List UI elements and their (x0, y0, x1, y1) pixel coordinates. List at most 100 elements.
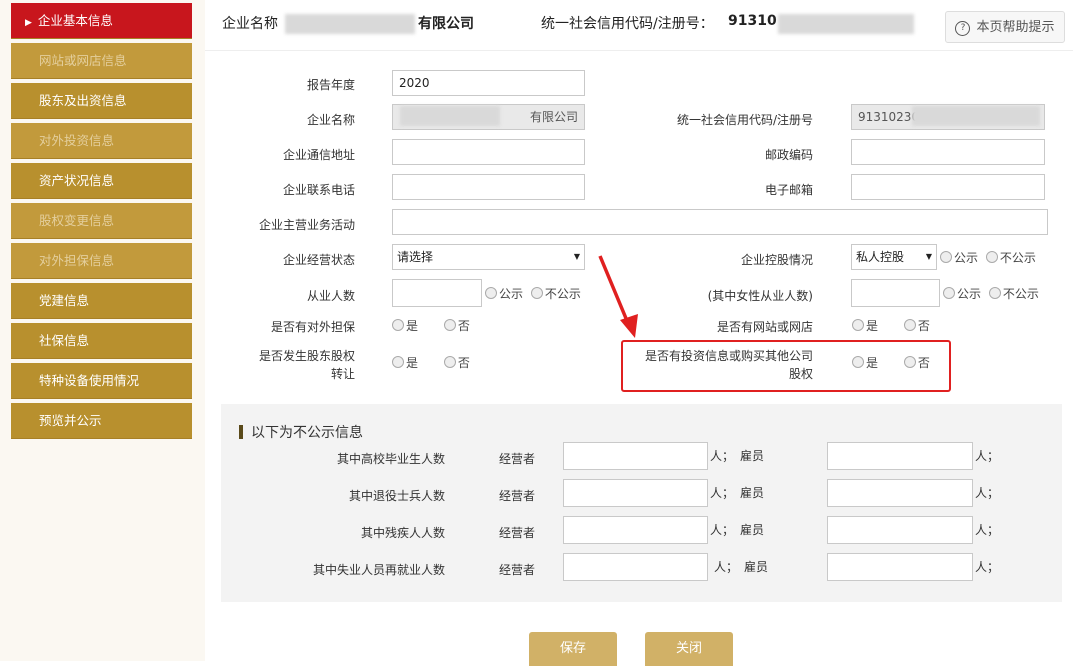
graduate-employee-input[interactable] (827, 442, 973, 470)
person-sep: 人； (975, 486, 1000, 500)
disabled-employee-input[interactable] (827, 516, 973, 544)
employees-private-radio[interactable] (530, 287, 543, 299)
transfer-yes-radio[interactable] (392, 356, 404, 368)
website-label: 是否有网站或网店 (716, 320, 813, 334)
sidebar-item-equity-change[interactable]: 股权变更信息 (11, 203, 192, 239)
operator-label: 经营者 (499, 526, 536, 540)
highlight-box (621, 340, 951, 392)
employee-label: 雇员 (740, 523, 765, 537)
status-label: 企业经营状态 (282, 253, 355, 267)
question-icon: ? (955, 21, 971, 36)
person-sep: 人； (710, 523, 735, 537)
header-divider (205, 50, 1073, 51)
employees-label: 从业人数 (306, 289, 355, 303)
sidebar-item-special-equipment[interactable]: 特种设备使用情况 (11, 363, 192, 399)
veteran-operator-input[interactable] (563, 479, 708, 507)
female-label: (其中女性从业人数) (707, 289, 813, 303)
operator-label: 经营者 (499, 452, 536, 466)
guarantee-label: 是否有对外担保 (270, 320, 355, 334)
address-label: 企业通信地址 (282, 148, 355, 162)
disabled-operator-input[interactable] (563, 516, 708, 544)
header-credit-prefix: 91310 (728, 13, 777, 29)
nonpublic-row-label: 其中残疾人人数 (360, 526, 445, 540)
phone-input[interactable] (392, 174, 585, 200)
holding-public-radios: 公示 不公示 (940, 249, 1040, 266)
female-input[interactable] (851, 279, 940, 307)
sidebar-item-party[interactable]: 党建信息 (11, 283, 192, 319)
header-company-suffix: 有限公司 (418, 16, 474, 32)
person-sep: 人； (975, 449, 1000, 463)
sidebar-item-preview[interactable]: 预览并公示 (11, 403, 192, 439)
sidebar-item-social-security[interactable]: 社保信息 (11, 323, 192, 359)
person-sep: 人； (710, 449, 735, 463)
female-public-radio[interactable] (943, 287, 955, 299)
guarantee-yes-radio[interactable] (392, 319, 404, 331)
nonpublic-row-label: 其中失业人员再就业人数 (312, 563, 445, 577)
holding-public-radio[interactable] (940, 251, 952, 263)
person-sep: 人； (975, 523, 1000, 537)
active-arrow-icon: ▶ (25, 18, 32, 28)
graduate-operator-input[interactable] (563, 442, 708, 470)
company-name-label: 企业名称 (306, 113, 355, 127)
nonpublic-row-label: 其中高校毕业生人数 (336, 452, 445, 466)
female-private-radio[interactable] (988, 287, 1001, 299)
sidebar-item-assets[interactable]: 资产状况信息 (11, 163, 192, 199)
website-no-radio[interactable] (903, 319, 916, 331)
chevron-down-icon: ▼ (573, 252, 580, 261)
website-radios: 是 否 (852, 317, 952, 334)
employee-label: 雇员 (740, 449, 765, 463)
female-public-radios: 公示 不公示 (943, 285, 1043, 302)
sidebar-item-shareholders[interactable]: 股东及出资信息 (11, 83, 192, 119)
transfer-label: 是否发生股东股权 转让 (258, 349, 355, 381)
postcode-label: 邮政编码 (764, 148, 813, 162)
header-company-label: 企业名称 (222, 16, 278, 32)
person-sep: 人； (975, 560, 1000, 574)
guarantee-radios: 是 否 (392, 317, 492, 334)
operator-label: 经营者 (499, 489, 536, 503)
sidebar-item-guarantee[interactable]: 对外担保信息 (11, 243, 192, 279)
address-input[interactable] (392, 139, 585, 165)
business-input[interactable] (392, 209, 1048, 235)
veteran-employee-input[interactable] (827, 479, 973, 507)
holding-select[interactable]: 私人控股 ▼ (851, 244, 937, 270)
person-sep: 人； (714, 560, 739, 574)
status-select[interactable]: 请选择 ▼ (392, 244, 585, 270)
sidebar-item-website[interactable]: 网站或网店信息 (11, 43, 192, 79)
holding-private-radio[interactable] (985, 251, 998, 263)
reemployed-employee-input[interactable] (827, 553, 973, 581)
website-yes-radio[interactable] (852, 319, 864, 331)
business-label: 企业主营业务活动 (258, 218, 355, 232)
employees-public-radios: 公示 不公示 (485, 285, 585, 302)
report-year-label: 报告年度 (306, 78, 355, 92)
chevron-down-icon: ▼ (925, 252, 932, 261)
guarantee-no-radio[interactable] (443, 319, 456, 331)
section-bar-icon (239, 425, 243, 439)
reemployed-operator-input[interactable] (563, 553, 708, 581)
sidebar-item-basic-info[interactable]: ▶ 企业基本信息 (11, 3, 192, 39)
transfer-no-radio[interactable] (443, 356, 456, 368)
header-credit-label: 统一社会信用代码/注册号： (541, 16, 714, 32)
redacted-credit-code (778, 14, 914, 34)
email-label: 电子邮箱 (764, 183, 813, 197)
sidebar-item-investment[interactable]: 对外投资信息 (11, 123, 192, 159)
employee-label: 雇员 (744, 560, 769, 574)
transfer-radios: 是 否 (392, 354, 492, 371)
operator-label: 经营者 (499, 563, 536, 577)
postcode-input[interactable] (851, 139, 1045, 165)
email-input[interactable] (851, 174, 1045, 200)
report-year-input[interactable] (392, 70, 585, 96)
employees-public-radio[interactable] (485, 287, 497, 299)
redacted-company-name (285, 14, 415, 34)
annotation-arrow-icon (598, 255, 638, 338)
nonpublic-title: 以下为不公示信息 (239, 422, 363, 442)
employee-label: 雇员 (740, 486, 765, 500)
redacted-code-field (912, 106, 1040, 126)
holding-label: 企业控股情况 (740, 253, 813, 267)
redacted-name-field (400, 106, 500, 126)
person-sep: 人； (710, 486, 735, 500)
employees-input[interactable] (392, 279, 482, 307)
help-button[interactable]: ? 本页帮助提示 (945, 11, 1065, 43)
credit-code-label: 统一社会信用代码/注册号 (676, 113, 813, 127)
phone-label: 企业联系电话 (282, 183, 355, 197)
nonpublic-row-label: 其中退役士兵人数 (348, 489, 445, 503)
